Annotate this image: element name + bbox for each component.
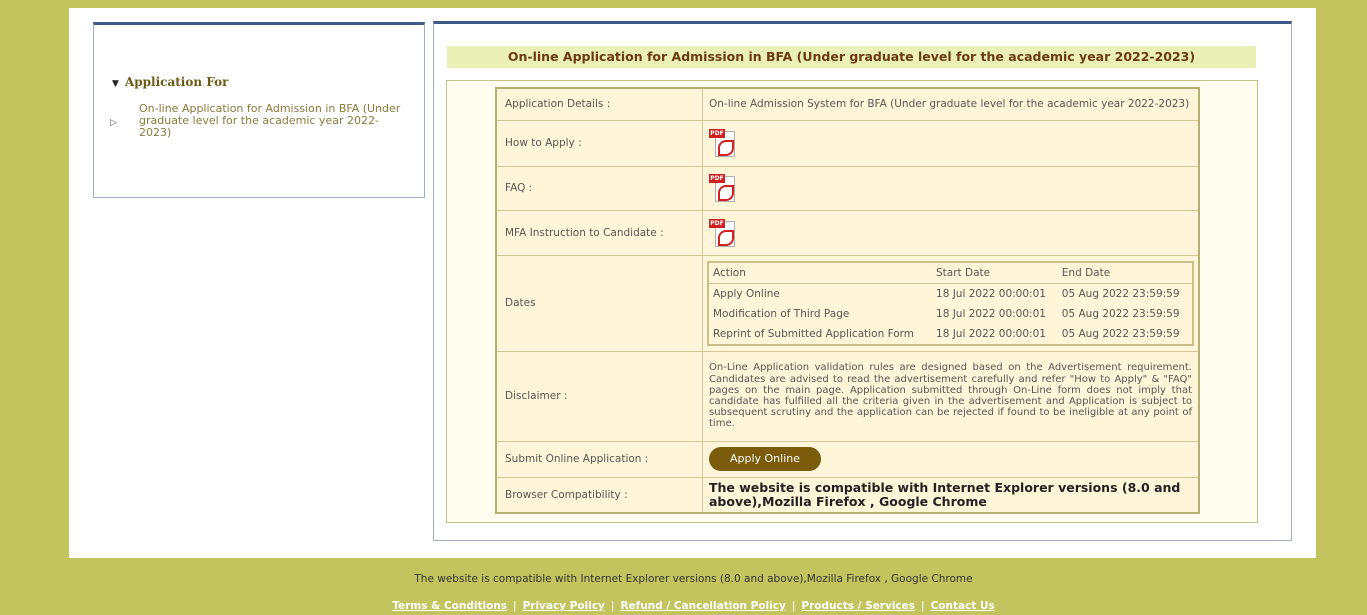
- table-row: Disclaimer : On-Line Application validat…: [495, 350, 1200, 442]
- contact-us-link[interactable]: Contact Us: [931, 600, 995, 612]
- apply-online-button[interactable]: Apply Online: [709, 447, 821, 471]
- footer-links: Terms & Conditions | Privacy Policy | Refund…: [0, 600, 1367, 612]
- sidebar: ▼ Application For ▷ On-line Application f…: [93, 22, 425, 198]
- disclaimer-label: Disclaimer :: [495, 350, 703, 442]
- footer-separator: |: [921, 600, 925, 612]
- main-panel: On-line Application for Admission in BFA…: [433, 21, 1292, 541]
- footer-separator: |: [610, 600, 615, 612]
- table-row: Modification of Third Page 18 Jul 2022 0…: [713, 307, 1180, 320]
- submit-application-label: Submit Online Application :: [495, 440, 703, 478]
- table-row: How to Apply : PDF: [495, 119, 1200, 167]
- page-title: On-line Application for Admission in BFA…: [447, 46, 1256, 68]
- application-details-value: On-line Admission System for BFA (Under …: [702, 87, 1200, 121]
- application-details-table: Application Details : On-line Admission …: [495, 87, 1200, 514]
- table-row: FAQ : PDF: [495, 165, 1200, 211]
- sidebar-heading: ▼ Application For: [112, 75, 229, 89]
- refund-policy-link[interactable]: Refund / Cancellation Policy: [620, 600, 785, 612]
- faq-label: FAQ :: [495, 165, 703, 211]
- dates-header-end: End Date: [1057, 261, 1193, 284]
- page-container: ▼ Application For ▷ On-line Application f…: [69, 8, 1316, 558]
- terms-conditions-link[interactable]: Terms & Conditions: [392, 600, 507, 612]
- mfa-instruction-label: MFA Instruction to Candidate :: [495, 209, 703, 256]
- dates-label: Dates: [495, 254, 703, 352]
- browser-compatibility-value: The website is compatible with Internet …: [709, 479, 1181, 509]
- mfa-instruction-pdf-icon[interactable]: PDF: [709, 218, 735, 247]
- privacy-policy-link[interactable]: Privacy Policy: [523, 600, 605, 612]
- products-services-link[interactable]: Products / Services: [801, 600, 915, 612]
- dates-header-action: Action: [708, 261, 933, 284]
- faq-pdf-icon[interactable]: PDF: [709, 174, 735, 202]
- table-row: Reprint of Submitted Application Form 18…: [713, 327, 1180, 340]
- footer-compatibility-text: The website is compatible with Internet …: [414, 573, 973, 585]
- triangle-down-icon: ▼: [112, 79, 119, 89]
- sidebar-item-bfa-application[interactable]: ▷ On-line Application for Admission in B…: [110, 103, 410, 139]
- table-row: Application Details : On-line Admission …: [495, 87, 1200, 121]
- details-container: Application Details : On-line Admission …: [446, 80, 1258, 523]
- footer-separator: |: [513, 600, 517, 612]
- application-details-label: Application Details :: [495, 87, 703, 121]
- dates-header-row: Action Start Date End Date: [708, 261, 1193, 284]
- how-to-apply-pdf-icon[interactable]: PDF: [709, 129, 735, 157]
- dates-header-start: Start Date: [932, 261, 1058, 284]
- browser-compatibility-label: Browser Compatibility :: [495, 476, 703, 514]
- table-row: Submit Online Application : Apply Online: [495, 440, 1200, 478]
- triangle-right-icon: ▷: [110, 118, 117, 128]
- table-row: Browser Compatibility : The website is c…: [495, 476, 1200, 514]
- how-to-apply-label: How to Apply :: [495, 119, 703, 167]
- table-row: Dates Action Start Date End Date Apply O…: [495, 254, 1200, 352]
- table-row: MFA Instruction to Candidate : PDF: [495, 209, 1200, 256]
- dates-table: Action Start Date End Date Apply Online …: [707, 260, 1194, 346]
- table-row: Apply Online 18 Jul 2022 00:00:01 05 Aug…: [713, 287, 1180, 300]
- footer-separator: |: [791, 600, 796, 612]
- disclaimer-text: On-Line Application validation rules are…: [709, 362, 1192, 430]
- sidebar-item-label[interactable]: On-line Application for Admission in BFA…: [139, 103, 410, 139]
